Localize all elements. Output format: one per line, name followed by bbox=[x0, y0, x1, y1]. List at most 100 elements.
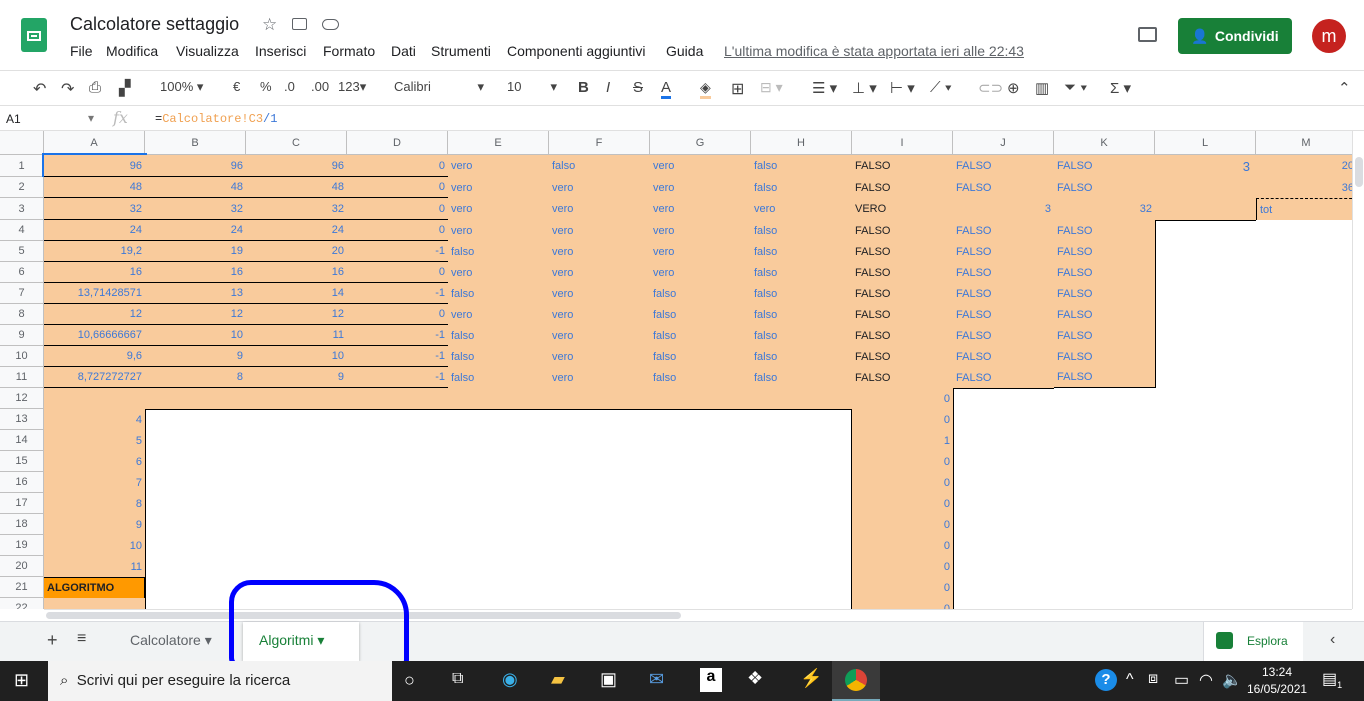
notifications-icon[interactable]: ▤1 bbox=[1322, 669, 1342, 690]
formula-input[interactable]: =Calcolatore!C3/1 bbox=[155, 112, 277, 126]
cell-C17[interactable] bbox=[246, 493, 347, 514]
cell-H21[interactable] bbox=[751, 577, 852, 598]
row-header[interactable]: 15 bbox=[0, 451, 44, 472]
cell-I11[interactable]: FALSO bbox=[852, 367, 953, 388]
row-header[interactable]: 2 bbox=[0, 177, 44, 198]
cell-M1[interactable]: 20 bbox=[1256, 155, 1352, 177]
cell-K17[interactable] bbox=[1054, 493, 1155, 514]
cell-D7[interactable]: -1 bbox=[347, 283, 448, 304]
cell-J10[interactable]: FALSO bbox=[953, 346, 1054, 367]
cell-I18[interactable]: 0 bbox=[852, 514, 953, 535]
cell-F8[interactable]: vero bbox=[549, 304, 650, 325]
cell-J20[interactable] bbox=[953, 556, 1054, 577]
cell-F12[interactable] bbox=[549, 388, 650, 409]
cell-H5[interactable]: falso bbox=[751, 241, 852, 262]
cell-I9[interactable]: FALSO bbox=[852, 325, 953, 346]
cell-B17[interactable] bbox=[145, 493, 246, 514]
add-sheet-icon[interactable]: + bbox=[47, 630, 58, 651]
redo-icon[interactable]: ↷ bbox=[61, 79, 74, 99]
cell-I10[interactable]: FALSO bbox=[852, 346, 953, 367]
cell-L20[interactable] bbox=[1155, 556, 1256, 577]
cell-D14[interactable] bbox=[347, 430, 448, 451]
cell-L3[interactable] bbox=[1155, 198, 1256, 220]
cell-J17[interactable] bbox=[953, 493, 1054, 514]
cell-C11[interactable]: 9 bbox=[246, 367, 347, 388]
cell-E10[interactable]: falso bbox=[448, 346, 549, 367]
cell-F5[interactable]: vero bbox=[549, 241, 650, 262]
cell-G16[interactable] bbox=[650, 472, 751, 493]
cell-D8[interactable]: 0 bbox=[347, 304, 448, 325]
edge-icon[interactable]: ◉ bbox=[502, 669, 518, 690]
row-header[interactable]: 16 bbox=[0, 472, 44, 493]
cell-A1[interactable]: 96 bbox=[42, 153, 147, 179]
cell-E15[interactable] bbox=[448, 451, 549, 472]
cell-G21[interactable] bbox=[650, 577, 751, 598]
cell-C3[interactable]: 32 bbox=[246, 198, 347, 220]
collapse-menu-icon[interactable]: ⌃ bbox=[1338, 79, 1351, 97]
font-select[interactable]: Calibri ▾ bbox=[394, 79, 484, 94]
row-header[interactable]: 19 bbox=[0, 535, 44, 556]
cell-G17[interactable] bbox=[650, 493, 751, 514]
cell-G4[interactable]: vero bbox=[650, 220, 751, 241]
cell-K4[interactable]: FALSO bbox=[1054, 220, 1155, 241]
cell-M9[interactable] bbox=[1256, 325, 1352, 346]
cell-E17[interactable] bbox=[448, 493, 549, 514]
cell-C19[interactable] bbox=[246, 535, 347, 556]
cell-I2[interactable]: FALSO bbox=[852, 177, 953, 198]
row-header[interactable]: 11 bbox=[0, 367, 44, 388]
cell-E18[interactable] bbox=[448, 514, 549, 535]
cell-B1[interactable]: 96 bbox=[145, 155, 246, 177]
explore-button[interactable]: Esplora bbox=[1203, 622, 1303, 661]
cell-K10[interactable]: FALSO bbox=[1054, 346, 1155, 367]
cell-F20[interactable] bbox=[549, 556, 650, 577]
cell-F22[interactable] bbox=[549, 598, 650, 609]
battery-icon[interactable]: ▭ bbox=[1174, 670, 1189, 690]
cell-K11[interactable]: FALSO bbox=[1054, 367, 1155, 388]
row-header[interactable]: 12 bbox=[0, 388, 44, 409]
spreadsheet-grid[interactable]: A B C D E F G H I J K L M 1 96 96 96 0 vero falso vero falso F… bbox=[0, 131, 1352, 609]
cell-G12[interactable] bbox=[650, 388, 751, 409]
cell-F10[interactable]: vero bbox=[549, 346, 650, 367]
cell-G10[interactable]: falso bbox=[650, 346, 751, 367]
clock-time[interactable]: 13:24 bbox=[1262, 665, 1292, 679]
cell-J14[interactable] bbox=[953, 430, 1054, 451]
cell-C12[interactable] bbox=[246, 388, 347, 409]
column-header-J[interactable]: J bbox=[953, 131, 1054, 155]
column-header-F[interactable]: F bbox=[549, 131, 650, 155]
cell-A21[interactable]: ALGORITMO bbox=[44, 577, 145, 598]
cell-E19[interactable] bbox=[448, 535, 549, 556]
select-all-corner[interactable] bbox=[0, 131, 44, 155]
volume-icon[interactable]: 🔈 bbox=[1222, 670, 1242, 690]
column-header-K[interactable]: K bbox=[1054, 131, 1155, 155]
cell-G19[interactable] bbox=[650, 535, 751, 556]
cell-D16[interactable] bbox=[347, 472, 448, 493]
cell-I1[interactable]: FALSO bbox=[852, 155, 953, 177]
row-header[interactable]: 5 bbox=[0, 241, 44, 262]
cell-B2[interactable]: 48 bbox=[145, 177, 246, 198]
cell-K7[interactable]: FALSO bbox=[1054, 283, 1155, 304]
cell-F14[interactable] bbox=[549, 430, 650, 451]
cell-K5[interactable]: FALSO bbox=[1054, 241, 1155, 262]
cell-K12[interactable] bbox=[1054, 388, 1155, 409]
cell-I6[interactable]: FALSO bbox=[852, 262, 953, 283]
cell-C14[interactable] bbox=[246, 430, 347, 451]
cell-B10[interactable]: 9 bbox=[145, 346, 246, 367]
cell-A8[interactable]: 12 bbox=[44, 304, 145, 325]
cell-A10[interactable]: 9,6 bbox=[44, 346, 145, 367]
vertical-align-icon[interactable]: ⊥ ▾ bbox=[852, 79, 877, 97]
cell-L5[interactable] bbox=[1155, 241, 1256, 262]
cell-M10[interactable] bbox=[1256, 346, 1352, 367]
cell-E5[interactable]: falso bbox=[448, 241, 549, 262]
cell-E7[interactable]: falso bbox=[448, 283, 549, 304]
cell-G18[interactable] bbox=[650, 514, 751, 535]
borders-icon[interactable]: ⊞ bbox=[731, 79, 744, 99]
row-header[interactable]: 21 bbox=[0, 577, 44, 598]
cell-H6[interactable]: falso bbox=[751, 262, 852, 283]
cell-F19[interactable] bbox=[549, 535, 650, 556]
cell-D3[interactable]: 0 bbox=[347, 198, 448, 220]
cell-H11[interactable]: falso bbox=[751, 367, 852, 388]
cell-C20[interactable] bbox=[246, 556, 347, 577]
cell-C7[interactable]: 14 bbox=[246, 283, 347, 304]
cell-K18[interactable] bbox=[1054, 514, 1155, 535]
cell-C9[interactable]: 11 bbox=[246, 325, 347, 346]
